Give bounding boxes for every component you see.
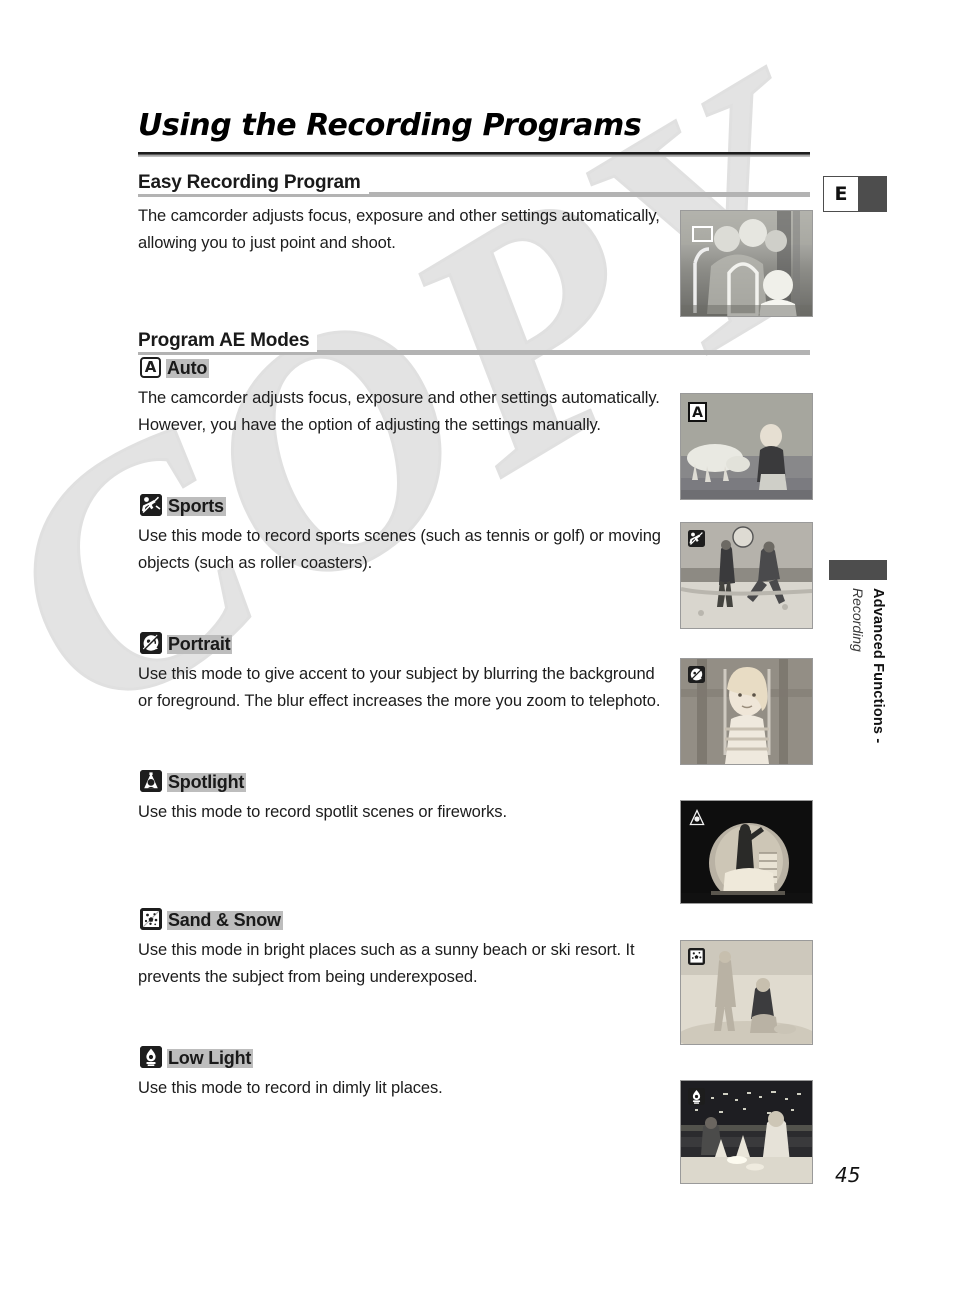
portrait-photo-art	[681, 659, 812, 764]
mode-label-spotlight: Spotlight	[167, 772, 247, 792]
section-heading-easy-recording: Easy Recording Program	[138, 172, 810, 198]
mode-body-low-light: Use this mode to record in dimly lit pla…	[138, 1079, 443, 1097]
mode-body-sports: Use this mode to record sports scenes (s…	[138, 527, 661, 572]
svg-text:A: A	[692, 405, 703, 421]
sand-snow-photo-art	[681, 941, 812, 1044]
manual-page: Using the Recording Programs Easy Record…	[0, 0, 954, 1291]
mode-label-sports: Sports	[167, 496, 226, 516]
photo-sand-snow	[680, 940, 813, 1045]
section-heading-label: Easy Recording Program	[138, 172, 369, 194]
mode-heading-portrait: Portrait	[140, 632, 233, 654]
section-body-easy-recording: The camcorder adjusts focus, exposure an…	[138, 207, 660, 252]
chapter-tab-e: E	[823, 176, 887, 212]
photo-spotlight	[680, 800, 813, 904]
mode-body-auto: The camcorder adjusts focus, exposure an…	[138, 389, 660, 434]
portrait-head-icon	[140, 632, 162, 654]
photo-auto: A	[680, 393, 813, 500]
photo-sports	[680, 522, 813, 629]
mode-label-portrait: Portrait	[167, 634, 233, 654]
mode-heading-auto: A Auto	[140, 357, 210, 378]
margin-text-secondary: Recording	[850, 588, 866, 652]
margin-tab-bar	[829, 560, 887, 580]
mode-body-portrait: Use this mode to give accent to your sub…	[138, 665, 661, 710]
chapter-tab-letter: E	[823, 176, 859, 212]
title-rule	[138, 152, 810, 157]
photo-easy-recording	[680, 210, 813, 317]
mode-heading-sports: Sports	[140, 494, 226, 516]
mode-label-sand-snow: Sand & Snow	[167, 910, 283, 930]
mode-label-low-light: Low Light	[167, 1048, 254, 1068]
section-heading-program-ae-modes: Program AE Modes	[138, 330, 810, 356]
photo-portrait	[680, 658, 813, 765]
mode-label-auto: Auto	[166, 358, 210, 378]
margin-vertical-text: Advanced Functions - Recording	[828, 588, 888, 888]
spotlight-cone-icon	[140, 770, 162, 792]
auto-a-icon: A	[140, 357, 161, 378]
low-light-candle-icon	[140, 1046, 162, 1068]
spotlight-photo-art	[681, 801, 812, 903]
mode-heading-spotlight: Spotlight	[140, 770, 247, 792]
low-light-photo-art	[681, 1081, 812, 1183]
sports-photo-art	[681, 523, 812, 628]
mode-heading-low-light: Low Light	[140, 1046, 254, 1068]
mode-body-spotlight: Use this mode to record spotlit scenes o…	[138, 803, 507, 821]
page-number: 45	[835, 1163, 861, 1187]
mode-heading-sand-snow: Sand & Snow	[140, 908, 283, 930]
photo-low-light	[680, 1080, 813, 1184]
sand-snow-icon	[140, 908, 162, 930]
playground-photo-art	[681, 211, 812, 316]
margin-text-primary: Advanced Functions -	[870, 588, 886, 744]
page-title: Using the Recording Programs	[138, 108, 642, 143]
section-heading-label: Program AE Modes	[138, 330, 318, 352]
sports-runner-icon	[140, 494, 162, 516]
auto-photo-art: A	[681, 394, 812, 499]
mode-body-sand-snow: Use this mode in bright places such as a…	[138, 941, 635, 986]
